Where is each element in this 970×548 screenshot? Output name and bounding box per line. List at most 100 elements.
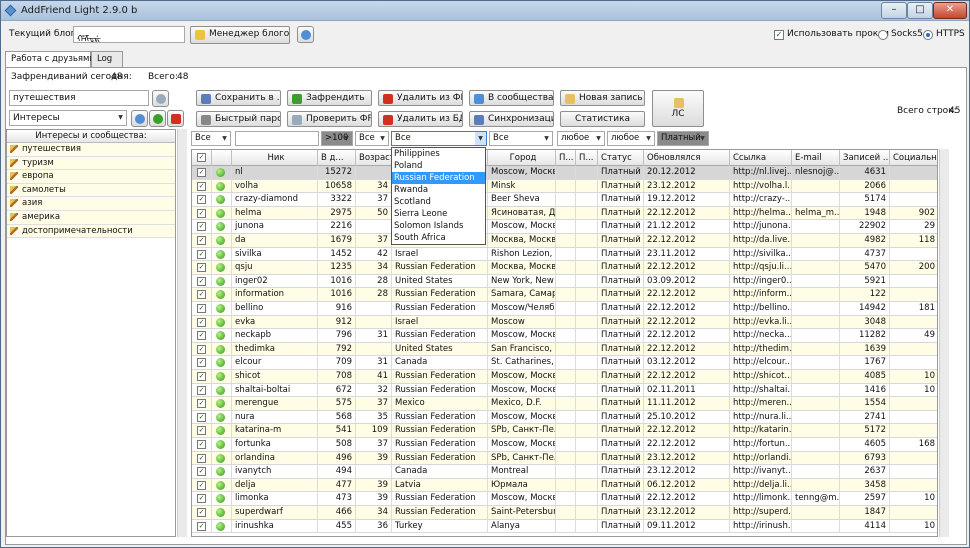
https-radio[interactable]: [923, 30, 933, 40]
new-record-button[interactable]: Новая запись: [560, 90, 645, 106]
table-row[interactable]: ✓ delja 477 39 Latvia Юрмала Платный 06.12.2012…: [192, 478, 937, 493]
row-checkbox[interactable]: ✓: [192, 220, 212, 234]
row-checkbox[interactable]: ✓: [192, 193, 212, 207]
header-age[interactable]: Возраст: [356, 150, 392, 166]
check-fr-button[interactable]: Проверить ФР: [287, 111, 372, 127]
table-row[interactable]: ✓ da 1679 37 Москва, Москва Платный 22.12.2012…: [192, 234, 937, 248]
filter-gender[interactable]: любое ▼: [557, 131, 605, 146]
filter-nick[interactable]: [235, 131, 319, 146]
friend-button[interactable]: Зафрендить: [287, 90, 372, 106]
table-row[interactable]: ✓ helma297550 Ясиноватая, Д... Платный22.12…: [192, 206, 937, 221]
maximize-button[interactable]: □: [907, 2, 933, 19]
table-row[interactable]: ✓ volha 10658 34 Minsk Платный 23.12.2012 http:…: [192, 179, 937, 194]
current-blog-field[interactable]: ᡥᡯᢑᡩ: [73, 26, 185, 43]
filter-status[interactable]: Платный ▼: [657, 131, 709, 146]
table-row[interactable]: ✓ ivanytch 494 Canada Montreal Платный 23.12.2…: [192, 465, 937, 479]
row-checkbox[interactable]: ✓: [192, 397, 212, 411]
minimize-button[interactable]: –: [881, 2, 907, 19]
row-checkbox[interactable]: ✓: [192, 370, 212, 384]
globe-button[interactable]: [297, 26, 314, 43]
filter-friends-count[interactable]: >100 ▼: [321, 131, 353, 146]
dropdown-option[interactable]: Solomon Islands: [392, 220, 485, 232]
filter-age[interactable]: Все ▼: [355, 131, 389, 146]
row-checkbox[interactable]: ✓: [192, 478, 212, 493]
table-row[interactable]: ✓ irinushka 455 36 Turkey Alanya Платный 09.11.…: [192, 519, 937, 534]
dropdown-option[interactable]: Rwanda: [392, 184, 485, 196]
dropdown-option[interactable]: Philippines: [392, 148, 485, 160]
table-row[interactable]: ✓ elcour70931CanadaSt. Catharines, ... Пла…: [192, 356, 937, 370]
list-item[interactable]: европа: [7, 170, 175, 184]
delete-button[interactable]: [167, 110, 184, 127]
dropdown-option[interactable]: South Africa: [392, 232, 485, 244]
row-checkbox[interactable]: ✓: [192, 179, 212, 194]
row-checkbox[interactable]: ✓: [192, 234, 212, 248]
table-row[interactable]: ✓ fortunka 508 37 Russian Federation Moscow, …: [192, 438, 937, 452]
table-row[interactable]: ✓ sivilka 1452 42 Israel Rishon Lezion, ... Пл…: [192, 247, 937, 262]
statistics-button[interactable]: Статистика: [560, 111, 645, 127]
list-item[interactable]: азия: [7, 197, 175, 211]
table-row[interactable]: ✓ neckapb 796 31 Russian Federation Moscow, М…: [192, 329, 937, 343]
table-row[interactable]: ✓ katarina-m 541 109 Russian Federation SPb, …: [192, 424, 937, 438]
blog-manager-button[interactable]: Менеджер блогов...: [190, 26, 290, 44]
table-row[interactable]: ✓ orlandina 496 39 Russian Federation SPb, Са…: [192, 451, 937, 466]
save-to-button[interactable]: Сохранить в ...: [196, 90, 281, 106]
table-row[interactable]: ✓ shicot 708 41 Russian Federation Moscow, Мо…: [192, 370, 937, 384]
list-item[interactable]: туризм: [7, 156, 175, 171]
table-row[interactable]: ✓ qsju 1235 34 Russian Federation Москва, Мос…: [192, 261, 937, 275]
table-row[interactable]: ✓ evka 912 Israel Moscow Платный 22.12.2012 htt…: [192, 315, 937, 330]
list-item[interactable]: путешествия: [7, 143, 175, 157]
socks5-radio[interactable]: [878, 30, 888, 40]
table-row[interactable]: ✓ inger02 1016 28 United States New York, New…: [192, 274, 937, 289]
row-checkbox[interactable]: ✓: [192, 302, 212, 316]
row-checkbox[interactable]: ✓: [192, 356, 212, 370]
header-link[interactable]: Ссылка: [730, 150, 792, 166]
header-status[interactable]: Статус: [598, 150, 644, 166]
filter-checked[interactable]: Все ▼: [191, 131, 231, 146]
filter-country[interactable]: Все ▼: [391, 131, 487, 146]
find-button[interactable]: [131, 110, 148, 127]
close-button[interactable]: ✕: [933, 2, 967, 19]
row-checkbox[interactable]: ✓: [192, 506, 212, 520]
row-checkbox[interactable]: ✓: [192, 329, 212, 343]
header-email[interactable]: E-mail: [792, 150, 840, 166]
header-p1[interactable]: П...: [556, 150, 576, 166]
row-checkbox[interactable]: ✓: [192, 274, 212, 289]
list-item[interactable]: самолеты: [7, 183, 175, 198]
row-checkbox[interactable]: ✓: [192, 410, 212, 425]
row-checkbox[interactable]: ✓: [192, 247, 212, 262]
to-communities-button[interactable]: В сообщества: [469, 90, 554, 106]
table-row[interactable]: ✓ crazy-diamond 3322 37 Beer Sheva Платный 19.…: [192, 193, 937, 207]
header-friends[interactable]: В д...: [318, 150, 356, 166]
table-row[interactable]: ✓ superdwarf 466 34 Russian Federation Saint-…: [192, 506, 937, 520]
tab-friends[interactable]: Работа с друзьями: [5, 51, 95, 68]
row-checkbox[interactable]: ✓: [192, 261, 212, 275]
header-nick[interactable]: Ник: [232, 150, 318, 166]
sync-button[interactable]: Синхронизация: [469, 111, 554, 127]
row-checkbox[interactable]: ✓: [192, 315, 212, 330]
row-checkbox[interactable]: ✓: [192, 383, 212, 398]
search-button[interactable]: [152, 90, 169, 107]
table-row[interactable]: ✓ bellino 916 Russian Federation Moscow/Челя…: [192, 302, 937, 316]
search-input[interactable]: путешествия: [9, 90, 149, 106]
row-checkbox[interactable]: ✓: [192, 288, 212, 302]
dropdown-option[interactable]: Sierra Leone: [392, 208, 485, 220]
row-checkbox[interactable]: ✓: [192, 492, 212, 506]
category-select[interactable]: Интересы ▼: [9, 110, 127, 126]
remove-from-db-button[interactable]: Удалить из БД: [378, 111, 463, 127]
table-row[interactable]: ✓ limonka 473 39 Russian Federation Moscow, М…: [192, 492, 937, 506]
header-updated[interactable]: Обновлялся: [644, 150, 730, 166]
header-posts[interactable]: Записей ...: [840, 150, 890, 166]
table-row[interactable]: ✓ merengue 575 37 Mexico Mexico, D.F. Платный 1…: [192, 397, 937, 411]
header-social[interactable]: Социальн...: [890, 150, 937, 166]
row-checkbox[interactable]: ✓: [192, 166, 212, 180]
dropdown-option-selected[interactable]: Russian Federation: [392, 172, 485, 184]
filter-city[interactable]: Все ▼: [489, 131, 553, 146]
tab-log[interactable]: Log: [91, 51, 123, 67]
table-row[interactable]: ✓ thedimka 792 United States San Francisco, …: [192, 342, 937, 357]
table-row[interactable]: ✓ junona 2216 Moscow, Москва Платный 21.12.20…: [192, 220, 937, 234]
dropdown-option[interactable]: Poland: [392, 160, 485, 172]
list-item[interactable]: америка: [7, 210, 175, 225]
table-row[interactable]: ✓ shaltai-boltai 672 32 Russian Federation Mo…: [192, 383, 937, 398]
table-row[interactable]: ✓ information 1016 28 Russian Federation Sama…: [192, 288, 937, 302]
header-checkbox[interactable]: ✓: [192, 150, 212, 166]
